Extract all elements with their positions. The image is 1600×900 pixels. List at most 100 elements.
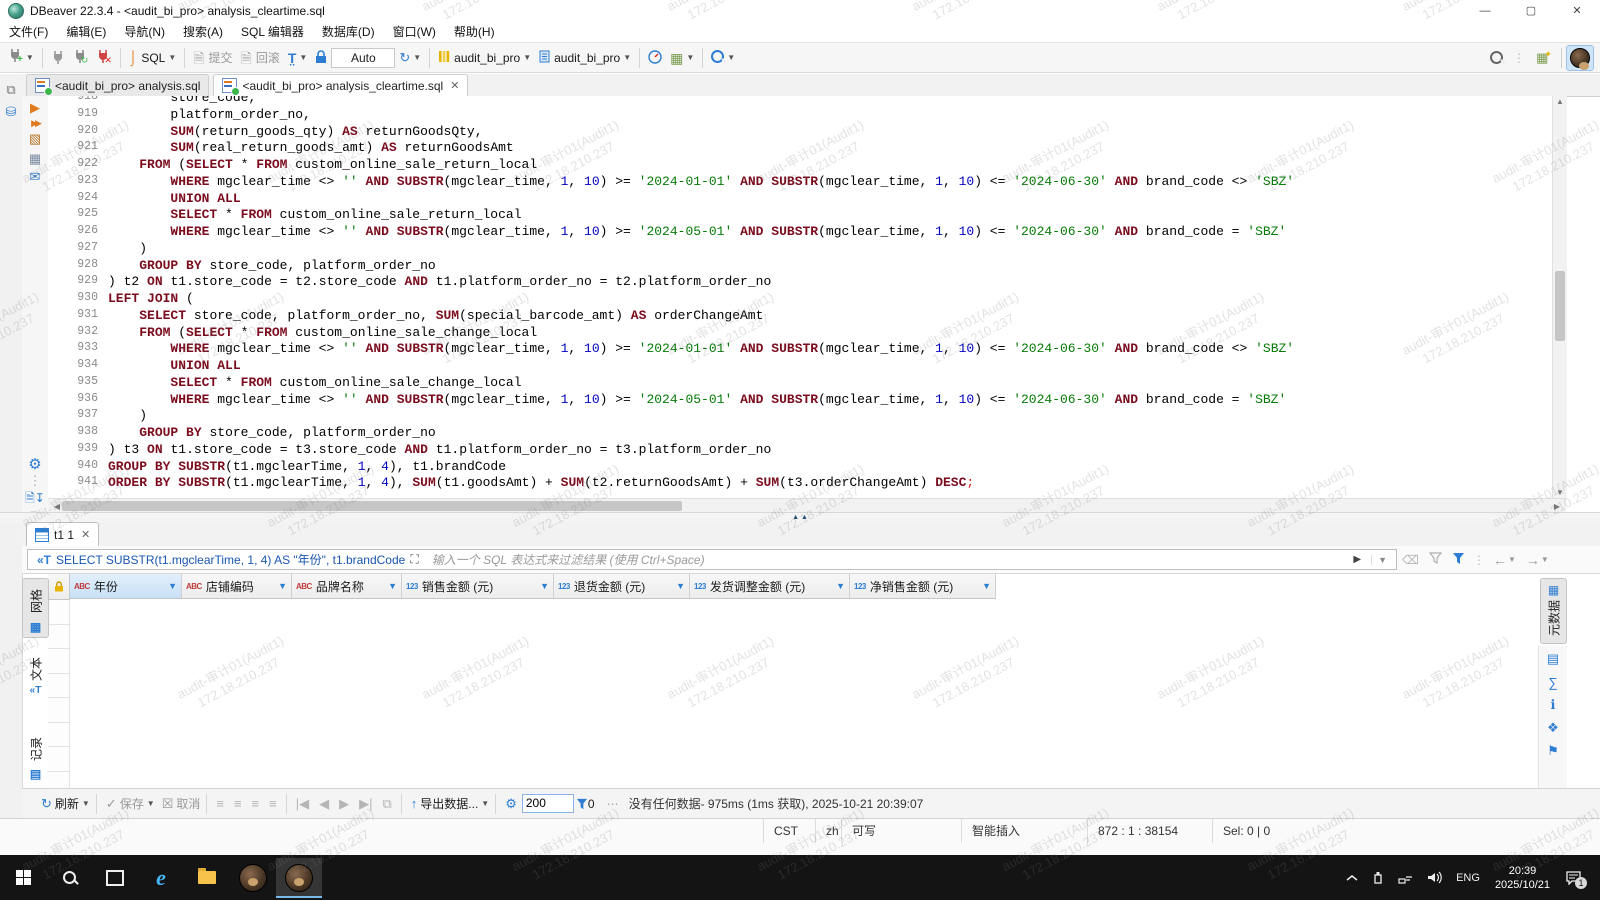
schema-selector[interactable]: audit_bi_pro ▼: [536, 48, 634, 67]
panel-tab-metadata[interactable]: ▦ 元数据: [1540, 578, 1567, 644]
sql-editor-button-dropdown-icon[interactable]: ▼: [168, 53, 176, 62]
database-selector-dropdown-icon[interactable]: ▼: [523, 53, 531, 62]
fetch-all-icon[interactable]: ⧉: [379, 796, 394, 812]
notification-center-icon[interactable]: 1: [1565, 870, 1587, 889]
presentation-tab-网格[interactable]: 网格 ▦: [22, 578, 49, 638]
sql-editor-button[interactable]: ⌡ SQL ▼: [126, 48, 179, 68]
compare-button[interactable]: ▦ ▼: [667, 49, 697, 67]
menu-item-5[interactable]: 数据库(D): [313, 22, 384, 42]
taskbar-clock[interactable]: 20:39 2025/10/21: [1495, 864, 1550, 892]
execute-script-icon[interactable]: ▶▶: [25, 118, 45, 129]
commit-mode-combobox[interactable]: Auto: [331, 47, 396, 68]
grid-row[interactable]: [48, 673, 70, 698]
column-header-5[interactable]: 123 发货调整金额 (元) ▼: [690, 574, 850, 599]
transaction-log-button-dropdown-icon[interactable]: ▼: [299, 53, 307, 62]
horizontal-scroll-thumb[interactable]: [62, 501, 682, 511]
grid-row[interactable]: [48, 747, 70, 772]
column-filter-icon[interactable]: ▼: [168, 581, 177, 591]
prev-page-icon[interactable]: ◀: [316, 796, 332, 812]
calc-panel-icon[interactable]: ∑: [1542, 672, 1564, 692]
grid-row[interactable]: [48, 600, 70, 625]
results-tab-close-icon[interactable]: ✕: [81, 528, 90, 541]
close-button[interactable]: ✕: [1554, 0, 1600, 22]
expand-filter-icon[interactable]: ⛶: [410, 552, 418, 567]
commit-button[interactable]: 🗎 提交: [190, 47, 235, 68]
nav-back-icon[interactable]: ←: [1493, 552, 1507, 568]
column-header-4[interactable]: 123 退货金额 (元) ▼: [554, 574, 690, 599]
nav-back-dropdown-icon[interactable]: ▼: [1508, 555, 1516, 564]
filter-count[interactable]: 0: [576, 797, 595, 811]
menu-item-3[interactable]: 搜索(A): [174, 22, 232, 42]
reconnect-button[interactable]: ↻: [70, 47, 92, 69]
refresh-button-dropdown-icon[interactable]: ▼: [82, 799, 90, 808]
lock-icon[interactable]: [312, 48, 330, 68]
schema-selector-dropdown-icon[interactable]: ▼: [623, 53, 631, 62]
editor-tab-1[interactable]: <audit_bi_pro> analysis_cleartime.sql ✕: [213, 74, 469, 96]
new-connection-button[interactable]: + ▼: [5, 46, 37, 69]
value-viewer-panel-icon[interactable]: ▤: [1542, 649, 1564, 669]
grid-row[interactable]: [48, 698, 70, 723]
first-page-icon[interactable]: |◀: [293, 796, 312, 812]
taskbar-search-icon[interactable]: [46, 858, 92, 898]
next-page-icon[interactable]: ▶: [336, 796, 352, 812]
metadata-panel-button-icon[interactable]: ℹ: [1542, 695, 1564, 715]
result-settings-gear-icon[interactable]: ⚙: [502, 796, 520, 812]
results-tab[interactable]: t1 1 ✕: [26, 522, 100, 546]
internet-explorer-icon[interactable]: e: [138, 858, 184, 898]
save-button-dropdown-icon[interactable]: ▼: [147, 799, 155, 808]
quick-search-button-dropdown-icon[interactable]: ▼: [727, 53, 735, 62]
column-header-6[interactable]: 123 净销售金额 (元) ▼: [850, 574, 996, 599]
nav-forward-icon[interactable]: →: [1526, 552, 1540, 568]
execute-statement-icon[interactable]: ▶: [25, 100, 45, 116]
column-filter-icon[interactable]: ▼: [836, 581, 845, 591]
volume-icon[interactable]: [1427, 871, 1442, 884]
usb-icon[interactable]: [1372, 871, 1384, 885]
compare-button-dropdown-icon[interactable]: ▼: [686, 53, 694, 62]
open-grid-icon[interactable]: ▦: [25, 151, 45, 167]
export-data-button[interactable]: ↑ 导出数据... ▼: [408, 795, 489, 812]
sql-history-button[interactable]: ↻ ▼: [396, 48, 424, 67]
dbeaver-taskbar-icon[interactable]: [230, 858, 276, 898]
search-icon[interactable]: [1490, 50, 1503, 66]
editor-settings-gear-icon[interactable]: ⚙: [25, 455, 45, 473]
filter-settings-icon[interactable]: [1452, 552, 1465, 568]
editor-horizontal-scrollbar[interactable]: ◀ ▶: [48, 498, 1566, 513]
scroll-up-icon[interactable]: ▲: [1553, 97, 1567, 106]
new-connection-button-dropdown-icon[interactable]: ▼: [26, 53, 34, 62]
tab-close-icon[interactable]: ✕: [450, 79, 459, 92]
start-button[interactable]: [0, 858, 46, 898]
minimize-button[interactable]: —: [1462, 0, 1508, 22]
presentation-tab-文本[interactable]: 文本 «T: [23, 648, 48, 700]
references-panel-icon[interactable]: ❖: [1542, 718, 1564, 738]
grouping-panel-icon[interactable]: ⚑: [1542, 741, 1564, 761]
grid-row[interactable]: [48, 722, 70, 747]
cancel-button[interactable]: ☒ 取消: [159, 795, 201, 812]
explain-plan-icon[interactable]: ▧: [25, 131, 45, 147]
export-from-query-icon[interactable]: ✉: [25, 169, 45, 185]
column-header-2[interactable]: ABC 品牌名称 ▼: [292, 574, 402, 599]
sql-code-area[interactable]: 918 store_code, 919 platform_order_no, 920…: [48, 96, 1552, 498]
edit-row-icon[interactable]: ≡: [266, 796, 280, 811]
database-navigator-icon[interactable]: ⛁: [1, 102, 21, 122]
menu-item-7[interactable]: 帮助(H): [445, 22, 504, 42]
fetch-size-input[interactable]: [521, 794, 574, 813]
tray-expand-icon[interactable]: [1346, 874, 1358, 882]
grid-row[interactable]: [48, 649, 70, 674]
editor-vertical-scrollbar[interactable]: ▲ ▼: [1552, 96, 1567, 498]
save-button[interactable]: ✓ 保存 ▼: [103, 795, 155, 812]
add-row-icon[interactable]: ≡: [213, 796, 227, 811]
delete-row-icon[interactable]: ≡: [249, 796, 263, 811]
filter-input[interactable]: «T SELECT SUBSTR(t1.mgclearTime, 1, 4) A…: [27, 549, 1397, 570]
language-indicator[interactable]: ENG: [1456, 872, 1480, 884]
database-selector[interactable]: audit_bi_pro ▼: [435, 48, 534, 67]
erase-filter-icon[interactable]: ⌫: [1402, 553, 1419, 567]
readonly-lock-icon[interactable]: [48, 574, 70, 600]
nav-forward-dropdown-icon[interactable]: ▼: [1541, 555, 1549, 564]
editor-tab-0[interactable]: <audit_bi_pro> analysis.sql: [26, 74, 210, 96]
column-filter-icon[interactable]: ▼: [676, 581, 685, 591]
task-view-icon[interactable]: [92, 858, 138, 898]
last-page-icon[interactable]: ▶|: [356, 796, 375, 812]
column-filter-icon[interactable]: ▼: [388, 581, 397, 591]
menu-item-0[interactable]: 文件(F): [0, 22, 57, 42]
menu-item-4[interactable]: SQL 编辑器: [232, 22, 313, 42]
